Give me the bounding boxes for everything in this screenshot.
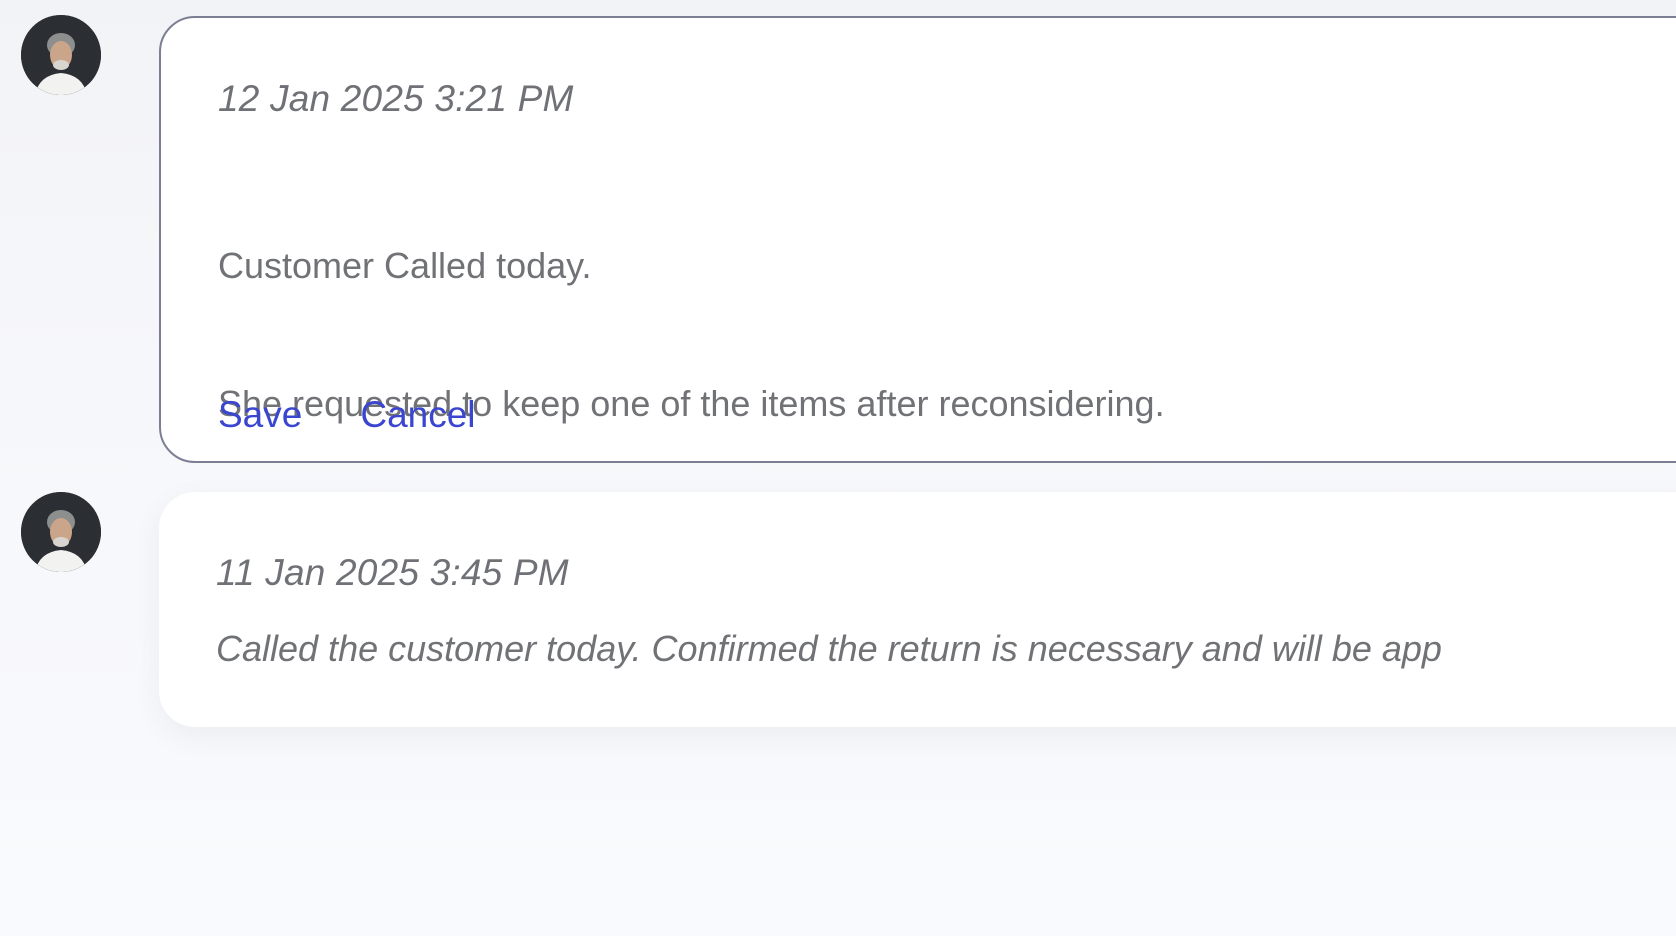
user-avatar	[21, 492, 101, 572]
cancel-button[interactable]: Cancel	[360, 394, 475, 436]
note-card-editing: 12 Jan 2025 3:21 PM Customer Called toda…	[159, 16, 1676, 463]
note-timestamp: 12 Jan 2025 3:21 PM	[218, 78, 574, 119]
person-icon	[21, 15, 101, 95]
person-icon	[21, 492, 101, 572]
note-text: Called the customer today. Confirmed the…	[216, 628, 1442, 669]
save-button[interactable]: Save	[218, 394, 302, 436]
note-timestamp: 11 Jan 2025 3:45 PM	[216, 552, 569, 593]
note-card: 11 Jan 2025 3:45 PM Called the customer …	[159, 492, 1676, 727]
note-actions: Save Cancel	[218, 394, 476, 436]
note-text-line: Customer Called today.	[218, 245, 592, 286]
user-avatar	[21, 15, 101, 95]
note-text-editor[interactable]: Customer Called today. She requested to …	[218, 151, 1165, 519]
notes-list: 12 Jan 2025 3:21 PM Customer Called toda…	[0, 0, 1676, 936]
